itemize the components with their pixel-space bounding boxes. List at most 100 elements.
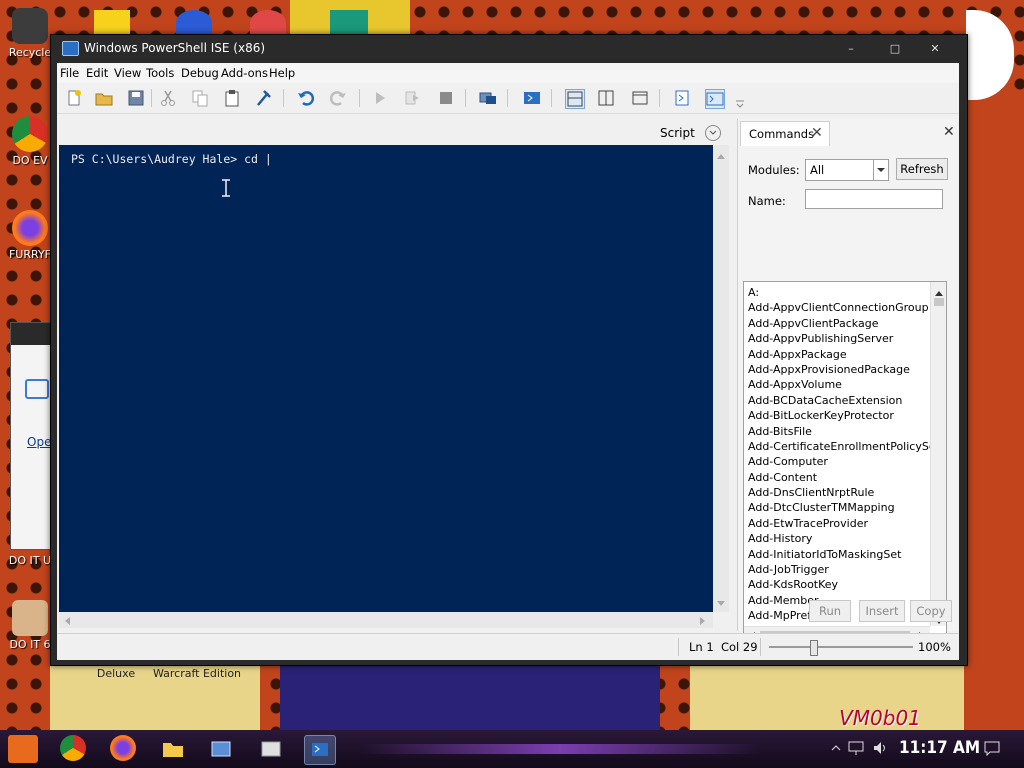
volume-icon[interactable]: [872, 740, 888, 759]
new-script-icon[interactable]: [65, 89, 83, 107]
desktop-icon-do-it-6[interactable]: DO IT 6: [6, 600, 54, 651]
commands-list[interactable]: A: Add-AppvClientConnectionGroup Add-AppvC…: [743, 281, 947, 643]
show-script-right-icon[interactable]: [597, 89, 615, 107]
menu-file[interactable]: File: [60, 66, 79, 80]
taskbar-window-icon[interactable]: [206, 735, 236, 763]
taskbar-file-explorer-icon[interactable]: [158, 735, 188, 763]
list-item[interactable]: Add-History: [744, 531, 930, 546]
menu-edit[interactable]: Edit: [86, 66, 108, 80]
network-icon[interactable]: [848, 740, 864, 759]
minimize-button[interactable]: –: [833, 39, 869, 59]
show-command-addon-icon[interactable]: [705, 89, 725, 109]
desktop-icon-chrome[interactable]: DO EV: [6, 116, 54, 167]
list-item[interactable]: Add-DtcClusterTMMapping: [744, 500, 930, 515]
list-item[interactable]: Add-Computer: [744, 454, 930, 469]
list-vertical-scrollbar[interactable]: [930, 282, 946, 626]
clear-console-icon[interactable]: [255, 89, 273, 107]
list-item[interactable]: Add-DnsClientNrptRule: [744, 485, 930, 500]
desktop-icon-firefox[interactable]: FURRYF: [6, 210, 54, 261]
desktop-icon-recycle[interactable]: Recycle: [6, 8, 54, 59]
maximize-button[interactable]: □: [877, 39, 913, 59]
close-button[interactable]: ✕: [917, 39, 953, 59]
scroll-thumb[interactable]: [934, 298, 944, 306]
list-item[interactable]: Add-BitLockerKeyProtector: [744, 408, 930, 423]
show-hidden-icons-icon[interactable]: [830, 742, 842, 757]
list-item[interactable]: Add-AppxProvisionedPackage: [744, 362, 930, 377]
list-item[interactable]: Add-InitiatorIdToMaskingSet: [744, 547, 930, 562]
show-script-top-icon[interactable]: [565, 89, 585, 109]
list-item[interactable]: Add-KdsRootKey: [744, 577, 930, 592]
remote-powershell-icon[interactable]: [479, 89, 497, 107]
insert-button[interactable]: Insert: [859, 600, 905, 622]
list-item[interactable]: Add-EtwTraceProvider: [744, 516, 930, 531]
window-titlebar[interactable]: Windows PowerShell ISE (x86) – □ ✕: [51, 35, 967, 63]
menu-debug[interactable]: Debug: [181, 66, 219, 80]
tab-close-icon[interactable]: ✕: [811, 125, 823, 141]
notifications-icon[interactable]: [984, 740, 1000, 759]
refresh-button[interactable]: Refresh: [896, 158, 948, 180]
zoom-slider[interactable]: [769, 640, 913, 656]
taskbar-powershell-ise-icon[interactable]: [304, 735, 336, 765]
list-item[interactable]: Add-BitsFile: [744, 424, 930, 439]
background-window[interactable]: Ope: [10, 322, 52, 550]
undo-icon[interactable]: [297, 89, 315, 107]
menu-help[interactable]: Help: [269, 66, 295, 80]
start-button[interactable]: [8, 735, 38, 763]
toolbar-overflow-icon[interactable]: [735, 97, 745, 108]
list-item[interactable]: Add-AppxVolume: [744, 377, 930, 392]
list-item[interactable]: Add-CertificateEnrollmentPolicyServer: [744, 439, 930, 454]
console-vertical-scrollbar[interactable]: [713, 145, 729, 612]
pane-splitter[interactable]: [729, 119, 737, 631]
stop-icon[interactable]: [437, 89, 455, 107]
desktop-shortcut-icon[interactable]: [330, 10, 368, 36]
desktop-icon-label: DO IT U: [8, 554, 52, 567]
run-button[interactable]: Run: [809, 600, 851, 622]
list-item[interactable]: Add-AppvClientPackage: [744, 316, 930, 331]
copy-button[interactable]: Copy: [910, 600, 952, 622]
list-item[interactable]: Add-Content: [744, 470, 930, 485]
tab-commands[interactable]: Commands ✕: [740, 121, 830, 146]
scroll-left-icon[interactable]: [63, 615, 71, 629]
menu-add-ons[interactable]: Add-ons: [221, 66, 268, 80]
cut-icon[interactable]: [159, 89, 177, 107]
desktop-shortcut-icon[interactable]: [176, 10, 212, 36]
scroll-up-icon[interactable]: [716, 149, 726, 163]
taskbar-chrome-icon[interactable]: [60, 735, 86, 761]
copy-icon[interactable]: [191, 89, 209, 107]
chevron-down-icon[interactable]: [705, 125, 721, 141]
show-script-maximized-icon[interactable]: [631, 89, 649, 107]
desktop-shortcut-icon[interactable]: [94, 10, 130, 36]
console-pane[interactable]: PS C:\Users\Audrey Hale> cd |: [59, 145, 713, 612]
zoom-level: 100%: [918, 640, 951, 654]
open-folder-icon[interactable]: [95, 89, 113, 107]
console-horizontal-scrollbar[interactable]: [59, 612, 713, 628]
scroll-right-icon[interactable]: [699, 615, 707, 629]
redo-icon[interactable]: [329, 89, 347, 107]
desktop-shortcut-icon[interactable]: [250, 10, 286, 36]
paste-icon[interactable]: [223, 89, 241, 107]
powershell-console-icon[interactable]: [523, 89, 541, 107]
taskbar-firefox-icon[interactable]: [110, 735, 136, 761]
list-item[interactable]: Add-AppvPublishingServer: [744, 331, 930, 346]
clock-time[interactable]: 11:17 AM: [899, 738, 980, 758]
list-item[interactable]: A:: [744, 285, 930, 300]
list-item[interactable]: Add-JobTrigger: [744, 562, 930, 577]
background-window-link[interactable]: Ope: [27, 435, 51, 449]
scroll-down-icon[interactable]: [716, 597, 726, 611]
list-item[interactable]: Add-BCDataCacheExtension: [744, 393, 930, 408]
list-item[interactable]: Add-AppxPackage: [744, 347, 930, 362]
name-input[interactable]: [805, 189, 943, 209]
pane-close-icon[interactable]: ✕: [943, 124, 955, 140]
list-item[interactable]: Add-AppvClientConnectionGroup: [744, 300, 930, 315]
modules-dropdown[interactable]: All: [805, 159, 889, 181]
menu-view[interactable]: View: [114, 66, 141, 80]
save-icon[interactable]: [127, 89, 145, 107]
zoom-slider-thumb[interactable]: [810, 640, 818, 656]
menu-tools[interactable]: Tools: [146, 66, 174, 80]
cursor-position: Ln 1 Col 29: [689, 640, 758, 654]
show-script-pane-icon[interactable]: [673, 89, 691, 107]
run-script-icon[interactable]: [371, 89, 389, 107]
taskbar-image-viewer-icon[interactable]: [256, 735, 286, 763]
run-selection-icon[interactable]: [403, 89, 421, 107]
script-toggle-label[interactable]: Script: [660, 126, 695, 140]
